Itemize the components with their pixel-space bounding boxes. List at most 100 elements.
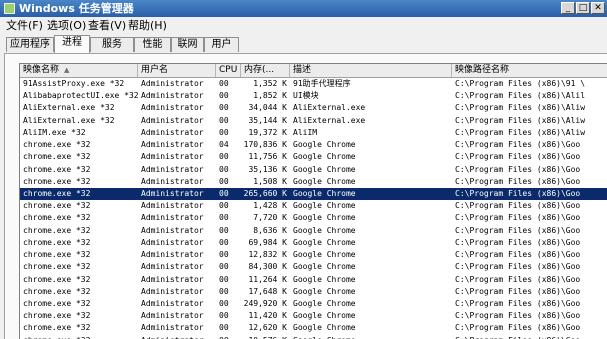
window-title: Windows 任务管理器 [19,2,134,15]
cell-cpu: 00 [219,298,229,308]
cell-memory: 1,852 K [253,91,287,101]
cell-cpu: 00 [219,237,229,247]
table-row[interactable]: chrome.exe *32 Administrator 00 12,832 K Goo… [20,249,607,261]
column-header-path[interactable]: 映像路径名称 [452,64,607,77]
cell-path: C:\Program Files (x86)\Goo [455,250,581,260]
cell-cpu: 00 [219,164,229,174]
cell-cpu: 00 [219,103,229,113]
cell-memory: 69,984 K [248,237,287,247]
cell-cpu: 00 [219,201,229,211]
cell-cpu: 00 [219,274,229,284]
cell-user: Administrator [141,298,204,308]
cell-memory: 34,044 K [248,103,287,113]
cell-path: C:\Program Files (x86)\Goo [455,237,581,247]
title-bar[interactable]: Windows 任务管理器 _ □ ✕ [0,0,607,17]
table-row[interactable]: chrome.exe *32 Administrator 00 35,136 K Goo… [20,164,607,176]
tab-networking[interactable]: 联网 [171,37,204,52]
table-row[interactable]: chrome.exe *32 Administrator 00 69,984 K Goo… [20,237,607,249]
table-row[interactable]: chrome.exe *32 Administrator 00 1,508 K Goog… [20,176,607,188]
cell-cpu: 00 [219,79,229,88]
table-row[interactable]: AlibabaprotectUI.exe *32 Administrator 00 1… [20,90,607,102]
menu-options[interactable]: 选项(O) [47,18,86,34]
cell-description: Google Chrome [293,164,356,174]
cell-user: Administrator [141,335,216,339]
cell-memory: 11,756 K [248,152,287,162]
cell-path: C:\Program Files (x86)\Goo [455,335,607,339]
cell-path: C:\Program Files (x86)\Goo [455,213,581,223]
maximize-button[interactable]: □ [576,2,590,14]
cell-image-name: chrome.exe *32 [23,152,91,162]
cell-description: AliIM [293,127,318,137]
tab-users[interactable]: 用户 [204,37,239,52]
cell-memory: 12,620 K [248,323,287,333]
table-row[interactable]: AliIM.exe *32 Administrator 00 19,372 K AliI… [20,127,607,139]
cell-image-name: chrome.exe *32 [23,140,91,150]
table-row[interactable]: chrome.exe *32 Administrator 00 11,420 K Goo… [20,310,607,322]
column-header-cpu[interactable]: CPU [216,64,241,77]
cell-user: Administrator [141,152,204,162]
table-row[interactable]: chrome.exe *32 Administrator 00 11,756 K Goo… [20,151,607,163]
menu-help[interactable]: 帮助(H) [128,18,167,34]
table-row[interactable]: AliExternal.exe *32 Administrator 00 34,044… [20,102,607,114]
cell-description: Google Chrome [293,323,356,333]
table-row[interactable]: chrome.exe *32 Administrator 00 7,720 K Goog… [20,212,607,224]
table-row[interactable]: chrome.exe *32 Administrator 04 170,836 K Go… [20,139,607,151]
cell-path: C:\Program Files (x86)\Alil [455,91,586,101]
cell-description: AliExternal.exe [293,115,366,125]
table-row[interactable]: chrome.exe *32 Administrator 00 1,428 K Goog… [20,200,607,212]
column-header-memory[interactable]: 内存(... [241,64,290,77]
tab-processes[interactable]: 进程 [54,35,90,53]
minimize-button[interactable]: _ [561,2,575,14]
menu-view[interactable]: 查看(V) [88,18,126,34]
cell-description: Google Chrome [293,140,356,150]
cell-image-name: chrome.exe *32 [23,250,91,260]
table-row[interactable]: chrome.exe *32Administrator0010,576 K Goo… [20,335,607,339]
table-row[interactable]: chrome.exe *32 Administrator 00 12,620 K Goo… [20,322,607,334]
cell-description: Google Chrome [293,152,356,162]
close-button[interactable]: ✕ [591,2,605,14]
cell-user: Administrator [141,91,204,101]
task-manager-icon [4,3,15,14]
cell-cpu: 00 [219,127,229,137]
cell-cpu: 00 [219,311,229,321]
table-row[interactable]: 91AssistProxy.exe *32 Administrator 00 1,35… [20,78,607,90]
tab-performance[interactable]: 性能 [134,37,171,52]
cell-cpu: 00 [219,152,229,162]
process-list[interactable]: 映像名称 ▲ 用户名 CPU 内存(... 描述 映像路径名称 91AssistP… [19,63,607,339]
table-row[interactable]: chrome.exe *32 Administrator 00 8,636 K Goog… [20,225,607,237]
cell-cpu: 00 [219,176,229,186]
cell-memory: 1,428 K [253,201,287,211]
cell-image-name: chrome.exe *32 [23,274,91,284]
cell-memory: 35,144 K [248,115,287,125]
cell-cpu: 00 [219,262,229,272]
column-header-user[interactable]: 用户名 [138,64,216,77]
cell-image-name: chrome.exe *32 [23,237,91,247]
cell-path: C:\Program Files (x86)\Goo [455,225,581,235]
tab-strip: 应用程序 进程 服务 性能 联网 用户 [0,35,607,53]
cell-path: C:\Program Files (x86)\Goo [455,164,581,174]
cell-description: Google Chrome [293,188,356,198]
table-row[interactable]: chrome.exe *32 Administrator 00 11,264 K Goo… [20,274,607,286]
cell-description: Google Chrome [293,237,356,247]
menu-file[interactable]: 文件(F) [6,18,43,34]
cell-path: C:\Program Files (x86)\Goo [455,298,581,308]
cell-user: Administrator [141,140,204,150]
table-row[interactable]: chrome.exe *32 Administrator 00 17,648 K Goo… [20,286,607,298]
cell-description: Google Chrome [293,311,356,321]
column-header-image-name[interactable]: 映像名称 ▲ [20,64,138,77]
cell-description: AliExternal.exe [293,103,366,113]
tab-applications[interactable]: 应用程序 [6,37,54,52]
cell-image-name: chrome.exe *32 [23,262,91,272]
tab-services[interactable]: 服务 [90,37,134,52]
cell-cpu: 00 [219,225,229,235]
cell-memory: 10,576 K [241,335,287,339]
cell-memory: 12,832 K [248,250,287,260]
cell-memory: 11,420 K [248,311,287,321]
table-row[interactable]: chrome.exe *32 Administrator 00 265,660 K Go… [20,187,607,201]
cell-cpu: 00 [219,286,229,296]
table-row[interactable]: chrome.exe *32 Administrator 00 249,920 K Go… [20,298,607,310]
table-row[interactable]: chrome.exe *32 Administrator 00 84,300 K Goo… [20,261,607,273]
table-row[interactable]: AliExternal.exe *32 Administrator 00 35,144… [20,115,607,127]
cell-user: Administrator [141,127,204,137]
column-header-description[interactable]: 描述 [290,64,452,77]
